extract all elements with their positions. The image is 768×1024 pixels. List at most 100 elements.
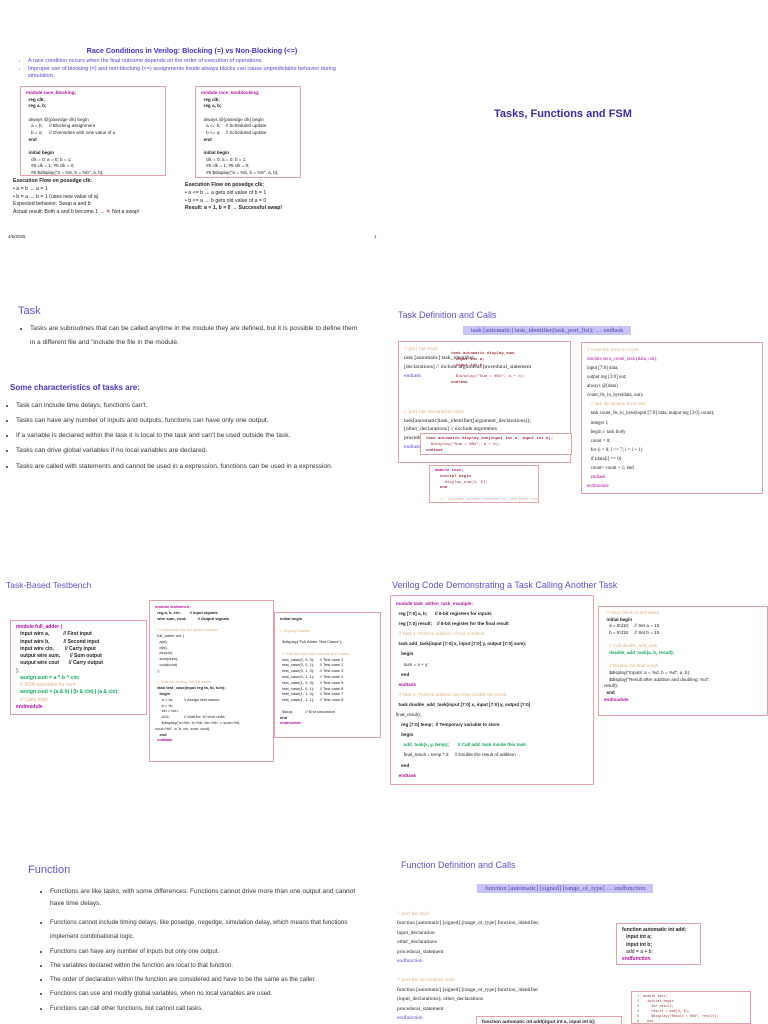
code-line: a <= b; // Scheduled update — [201, 123, 267, 129]
code-line: always @(posedge clk) begin — [201, 116, 264, 122]
slide-date: 4/5/2025 — [8, 234, 26, 239]
code-box-blocking: module race_blocking; reg clk; reg a, b;… — [20, 86, 166, 176]
cross-icon: ✕ — [106, 209, 111, 216]
code-line: endmodule — [587, 483, 609, 489]
section-title: Tasks, Functions and FSM — [494, 108, 632, 120]
function-bullet: Functions can have any number of inputs … — [50, 945, 370, 959]
code-inline-1: task automatic display_sum; input int a;… — [446, 349, 530, 390]
code-inline-2: task automatic display_sum(input int a, … — [420, 433, 572, 455]
code-line: function [automatic] [signed] [range_or_… — [397, 920, 540, 927]
code-line: #5 clk = 1; #5 clk = 0; — [201, 163, 250, 169]
slide-race-conditions: Race Conditions in Verilog: Blocking (=)… — [0, 0, 384, 250]
code-line: end — [396, 762, 410, 768]
code-line: // XOR operation for sum — [16, 682, 76, 688]
slide-title: Verilog Code Demonstrating a Task Callin… — [392, 580, 618, 590]
code-line: 6 end — [637, 1019, 654, 1024]
code-line: task automatic display_sum; — [451, 352, 516, 356]
code-box-add: function automatic int add; input int a;… — [616, 923, 701, 965]
code-line: result); — [604, 683, 619, 689]
flow-item: • a = b → a = 1 — [13, 185, 48, 192]
code-line: module zero_count_task (data, out); — [587, 357, 658, 363]
code-line: input wire cin, // Carry input — [16, 645, 96, 652]
code-line: b = 8'd15; // Set b = 15 — [604, 629, 660, 635]
slide-function-definition: Function Definition and Calls function [… — [384, 850, 768, 1024]
code-line: begin // task body — [587, 429, 626, 435]
code-line: endtask — [587, 474, 606, 480]
code-line: count = 0; — [587, 438, 611, 444]
code-line: // Task 2: Perform addition and then dou… — [396, 691, 507, 697]
slide-task: Task Tasks are subroutines that can be c… — [0, 290, 384, 550]
code-line: end — [396, 671, 410, 677]
code-line: reg [7:0] result; // 8-bit register for … — [396, 621, 509, 627]
flow-right: Execution Flow on posedge clk: • a <= b … — [185, 182, 282, 213]
code-line: input wire a, // First input — [16, 631, 92, 638]
function-bullet: Functions cannot include timing delays, … — [50, 916, 370, 945]
code-box-nonblocking: module race_nonblocking; reg clk; reg a,… — [195, 86, 301, 178]
actual-text: Actual result: Both a and b become 1 → ✕… — [13, 209, 140, 216]
code-line: task[automatic]task_identifier([argument… — [404, 417, 531, 424]
code-line: #5 $display("a = %b, b = %b", a, b); — [26, 169, 104, 175]
bullet: Improper use of blocking (=) and non-blo… — [28, 66, 348, 81]
syntax-banner: task [automatic] task_identifier(task_po… — [463, 326, 632, 335]
code-line: initial begin — [201, 149, 230, 155]
code-line: assign cout = (a & b) | (b & cin) | (a &… — [16, 689, 119, 696]
code-line: assign sum = a ^ b ^ cin; — [16, 674, 80, 681]
characteristic-bullet: Tasks can have any number of inputs and … — [16, 413, 366, 428]
code-line: endtask — [155, 737, 173, 743]
flow-item: • b <= a → b gets old value of a = 0 — [185, 197, 267, 204]
code-line: module race_nonblocking; — [201, 90, 260, 95]
bullet: A race condition occurs when the final o… — [28, 58, 348, 66]
code-line: input [7:0] data; — [587, 366, 619, 372]
characteristic-bullet: Tasks are called with statements and can… — [16, 459, 366, 474]
code-line: // count the zeros in a byte — [587, 348, 639, 353]
code-box-zero-count: // count the zeros in a byte module zero_… — [581, 342, 763, 494]
code-line: initial begin — [26, 149, 55, 155]
flow-item: • b = a → b = 1 (uses new value of a) — [13, 193, 99, 200]
code-line: a = 8'd10; // Set a = 10 — [604, 623, 660, 629]
code-line: endtask — [396, 681, 416, 687]
code-line: always @(data) — [587, 384, 618, 390]
result-text: Result: a = 1, b = 0 → Successful swap! — [185, 205, 283, 212]
slide-task-definition: Task Definition and Calls task [automati… — [384, 290, 768, 550]
code-box-test: 1 module test; 2 initial begin 3 int resul… — [631, 991, 751, 1024]
code-line: double_add_task(a, b, result); — [604, 649, 675, 655]
code-line: output reg [3:0] out; — [587, 375, 627, 381]
slide-title: Function Definition and Calls — [401, 860, 516, 870]
code-line: endtask — [396, 772, 416, 778]
flow-item: • a <= b → a gets old value of b = 1 — [185, 189, 267, 196]
code-box-initial: initial begin // Display header $display… — [274, 612, 381, 738]
code-line: endfunction — [397, 958, 423, 965]
code-line: end — [26, 136, 37, 142]
intro-bullet: Functions are like tasks, with some diff… — [50, 886, 370, 910]
intro-bullet: Tasks are subroutines that can be called… — [30, 322, 360, 350]
code-line: // Display the final result — [604, 663, 658, 669]
slide-title: Task — [18, 305, 41, 317]
code-line: // task declaration from here — [587, 402, 646, 408]
code-line: module race_blocking; — [26, 90, 77, 95]
code-line: ); — [16, 667, 20, 674]
code-line: reg [7:0] a, b; // 8-bit registers for i… — [396, 611, 492, 617]
function-bullet: Functions can call other functions, but … — [50, 1002, 370, 1016]
code-line: task count_0s_in_byte(input [7:0] data, … — [587, 411, 715, 417]
slide-section-title: Tasks, Functions and FSM — [384, 0, 768, 250]
code-line: function [automatic] [signed] [range_or_… — [397, 986, 539, 993]
code-line: // port list declaration style — [404, 408, 464, 415]
code-line: input_declaration — [397, 929, 435, 936]
slide-title: Task Definition and Calls — [398, 310, 497, 320]
code-box-tasks: module task_within_task_example; reg [7:… — [390, 595, 594, 785]
code-line: endtask — [426, 448, 443, 453]
code-line: reg [7:0] temp; // Temporary variable to… — [396, 722, 500, 728]
code-line: count= count + 1; end — [587, 465, 634, 471]
code-line: other_declarations — [397, 939, 437, 946]
function-bullet: The variables declared within the functi… — [50, 959, 370, 973]
code-line: $display("Result after addition and doub… — [604, 676, 710, 682]
code-line: // Call double_add_task — [604, 643, 658, 649]
code-inline-add: function automatic int add(input int a, … — [476, 1016, 622, 1024]
code-line: procedural_statement — [397, 948, 444, 955]
code-line: output wire sum, // Sum output — [16, 653, 102, 659]
